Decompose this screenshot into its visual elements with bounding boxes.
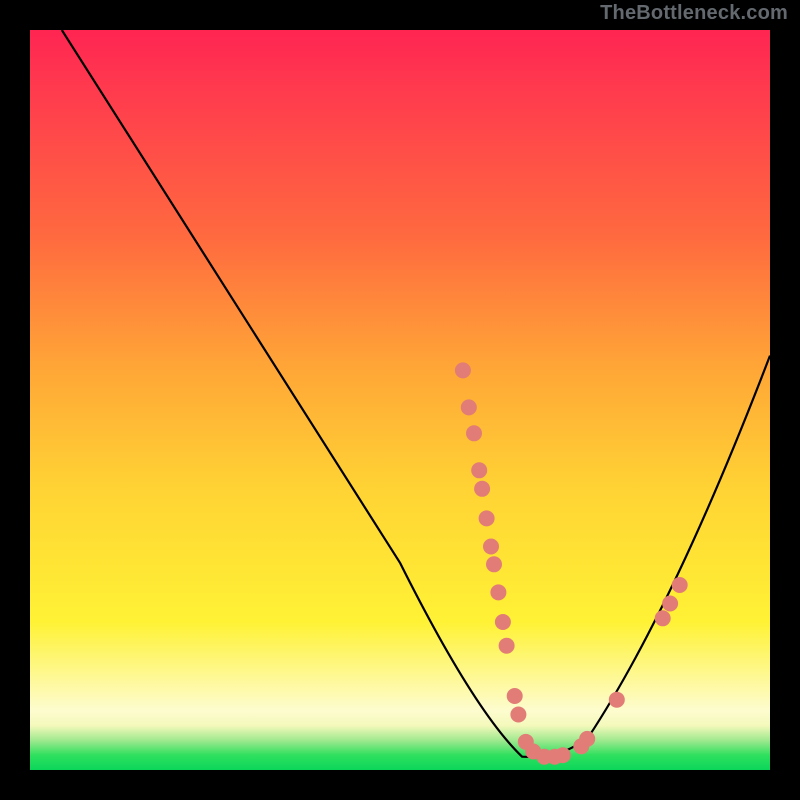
data-dot (471, 462, 487, 478)
data-dot (579, 731, 595, 747)
data-dot (479, 510, 495, 526)
data-dot (466, 425, 482, 441)
data-dot (455, 362, 471, 378)
plot-area (30, 30, 770, 770)
data-dot (662, 596, 678, 612)
data-dot (490, 584, 506, 600)
data-dot (672, 577, 688, 593)
data-dot (510, 707, 526, 723)
data-dot (655, 610, 671, 626)
chart-frame: TheBottleneck.com (0, 0, 800, 800)
data-dot (495, 614, 511, 630)
data-dots-group (455, 362, 688, 764)
data-dot (499, 638, 515, 654)
data-dot (555, 747, 571, 763)
bottleneck-curve (62, 30, 770, 757)
data-dot (507, 688, 523, 704)
data-dot (474, 481, 490, 497)
data-dot (486, 556, 502, 572)
chart-overlay-svg (30, 30, 770, 770)
data-dot (461, 399, 477, 415)
data-dot (609, 692, 625, 708)
data-dot (483, 539, 499, 555)
watermark-text: TheBottleneck.com (600, 2, 788, 25)
